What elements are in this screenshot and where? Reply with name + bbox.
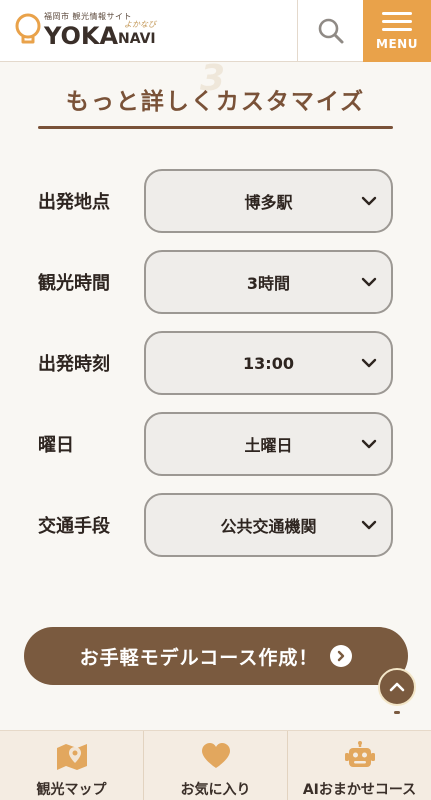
sightseeing-time-select[interactable]: 3時間: [144, 250, 393, 314]
form-row-departure-time: 出発時刻 13:00: [0, 331, 431, 395]
day-of-week-select[interactable]: 土曜日: [144, 412, 393, 476]
title-divider: [38, 126, 393, 129]
form-row-transport: 交通手段 公共交通機関: [0, 493, 431, 557]
lightbulb-icon: [15, 13, 41, 44]
departure-time-select[interactable]: 13:00: [144, 331, 393, 395]
bottom-navigation: 観光マップ お気に入り AIおまかせコース: [0, 730, 431, 800]
transport-label: 交通手段: [38, 516, 110, 537]
logo-yomi: よかなび: [124, 20, 156, 29]
back-to-top-button[interactable]: [378, 668, 416, 706]
search-icon: [318, 18, 343, 44]
search-button[interactable]: [297, 0, 363, 62]
site-logo[interactable]: 福岡市 観光情報サイト YOKA よかなび NAVI: [14, 9, 164, 55]
chevron-down-icon: [361, 196, 377, 206]
departure-time-value: 13:00: [243, 353, 294, 373]
sightseeing-time-label: 観光時間: [38, 273, 110, 294]
site-header: 福岡市 観光情報サイト YOKA よかなび NAVI MENU: [0, 0, 431, 62]
chevron-down-icon: [361, 358, 377, 368]
logo-subtitle: 福岡市 観光情報サイト: [44, 12, 133, 21]
form-row-day-of-week: 曜日 土曜日: [0, 412, 431, 476]
chevron-down-icon: [361, 520, 377, 530]
menu-button[interactable]: MENU: [363, 0, 431, 62]
nav-item-sightseeing-map[interactable]: 観光マップ: [0, 731, 143, 800]
day-of-week-value: 土曜日: [244, 436, 293, 455]
nav-label-ai-course: AIおまかせコース: [302, 782, 417, 798]
form-row-sightseeing-time: 観光時間 3時間: [0, 250, 431, 314]
nav-label-sightseeing-map: 観光マップ: [36, 782, 107, 798]
back-to-top-tail: [394, 711, 400, 714]
chevron-down-icon: [361, 277, 377, 287]
map-pin-icon: [56, 744, 87, 770]
logo-yoka: YOKA: [44, 22, 119, 50]
create-course-button[interactable]: お手軽モデルコース作成！: [24, 627, 408, 685]
robot-icon: [344, 741, 375, 767]
hamburger-icon: [382, 11, 412, 32]
departure-point-select[interactable]: 博多駅: [144, 169, 393, 233]
menu-label: MENU: [376, 36, 418, 51]
create-course-label: お手軽モデルコース作成！: [79, 646, 319, 669]
departure-point-label: 出発地点: [38, 192, 110, 213]
nav-item-favorites[interactable]: お気に入り: [143, 731, 287, 800]
departure-point-value: 博多駅: [244, 193, 293, 212]
section-title: もっと詳しくカスタマイズ: [65, 89, 366, 115]
day-of-week-label: 曜日: [38, 435, 74, 456]
departure-time-label: 出発時刻: [38, 354, 110, 375]
chevron-up-icon: [389, 682, 405, 692]
heart-icon: [201, 743, 230, 768]
arrow-right-icon: [330, 645, 353, 667]
transport-value: 公共交通機関: [220, 517, 317, 536]
sightseeing-time-value: 3時間: [246, 274, 291, 293]
nav-label-favorites: お気に入り: [180, 782, 251, 798]
nav-item-ai-course[interactable]: AIおまかせコース: [287, 731, 431, 800]
transport-select[interactable]: 公共交通機関: [144, 493, 393, 557]
chevron-down-icon: [361, 439, 377, 449]
form-row-departure-point: 出発地点 博多駅: [0, 169, 431, 233]
logo-navi: NAVI: [118, 31, 156, 47]
